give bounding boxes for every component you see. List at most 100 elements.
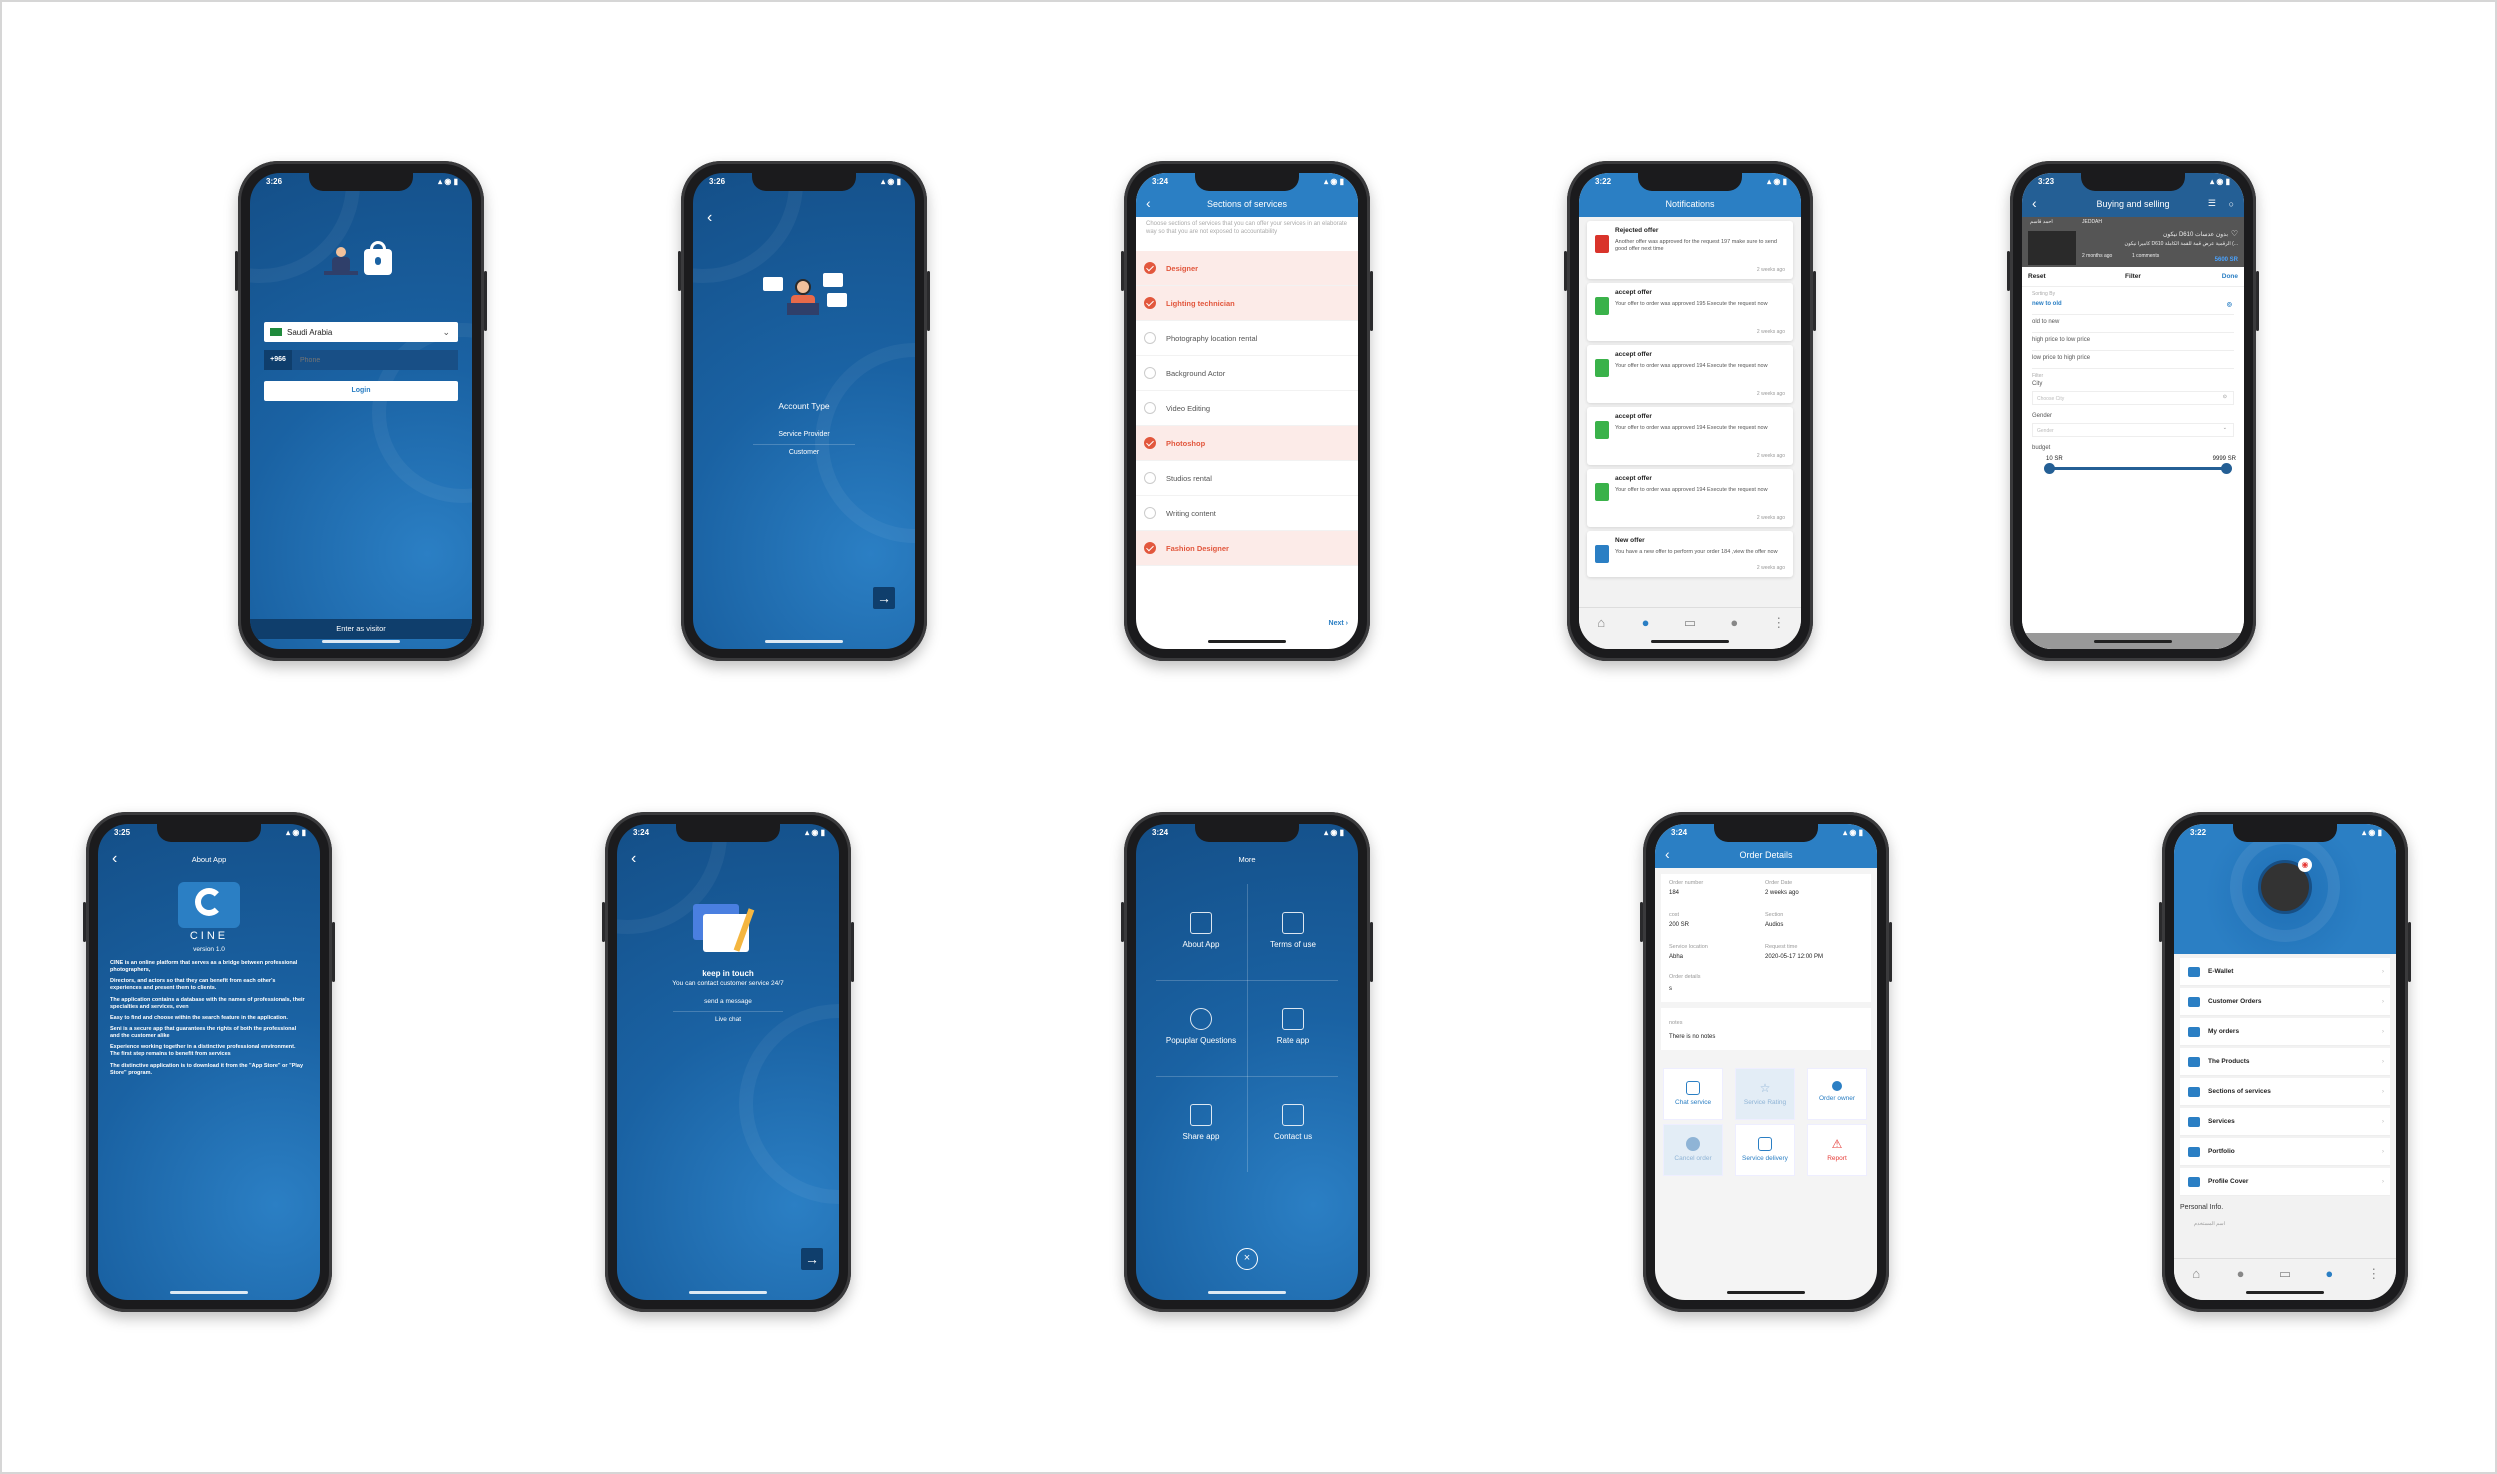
profile-menu-item[interactable]: Profile Cover › — [2180, 1168, 2390, 1196]
phone-input[interactable] — [292, 350, 458, 370]
next-arrow-button[interactable]: → — [873, 587, 895, 609]
sections-screen: 3:24 ▴ ◉ ▮ ‹ Sections of services Choose … — [1136, 173, 1358, 649]
gender-select[interactable]: Gender ⌄ — [2032, 423, 2234, 437]
keep-in-touch-title: keep in touch — [702, 969, 754, 978]
profile-menu-item[interactable]: Sections of services › — [2180, 1078, 2390, 1106]
chevron-right-icon: › — [1345, 620, 1348, 627]
service-rating-button[interactable]: ☆ Service Rating — [1735, 1068, 1795, 1120]
cancel-order-button[interactable]: Cancel order — [1663, 1124, 1723, 1176]
more-tab-icon[interactable]: ⋮ — [1770, 616, 1788, 630]
order-owner-button[interactable]: Order owner — [1807, 1068, 1867, 1120]
country-select[interactable]: Saudi Arabia ⌄ — [264, 322, 458, 342]
phone-notifications: 3:22 ▴ ◉ ▮ Notifications Rejected offer A… — [1564, 161, 1816, 661]
home-tab-icon[interactable]: ⌂ — [1592, 616, 1610, 630]
profile-menu-item[interactable]: The Products › — [2180, 1048, 2390, 1076]
bell-tab-icon[interactable]: ● — [2232, 1267, 2250, 1281]
chat-service-button[interactable]: Chat service — [1663, 1068, 1723, 1120]
sort-option[interactable]: old to new — [2032, 319, 2234, 333]
chevron-down-icon: ⌄ — [442, 326, 450, 337]
done-button[interactable]: Done — [2222, 273, 2238, 280]
customer-option[interactable]: Customer — [693, 449, 915, 456]
budget-range-slider[interactable] — [2044, 463, 2232, 474]
enter-as-visitor-button[interactable]: Enter as visitor — [250, 619, 472, 639]
close-icon[interactable]: × — [1236, 1248, 1258, 1270]
order-details-screen: 3:24 ▴ ◉ ▮ ‹ Order Details Order number 1… — [1655, 824, 1877, 1300]
section-item[interactable]: Writing content — [1136, 496, 1358, 531]
home-tab-icon[interactable]: ⌂ — [2187, 1267, 2205, 1281]
contact-icon — [1282, 1104, 1304, 1126]
notification-item[interactable]: accept offer Your offer to order was app… — [1587, 469, 1793, 527]
section-item[interactable]: Photography location rental — [1136, 321, 1358, 356]
user-tab-icon[interactable]: ● — [1725, 616, 1743, 630]
user-avatars-illustration — [763, 273, 849, 335]
max-slider-handle[interactable] — [2221, 463, 2232, 474]
chat-icon — [1686, 1081, 1700, 1095]
section-item[interactable]: Background Actor — [1136, 356, 1358, 391]
notification-item[interactable]: accept offer Your offer to order was app… — [1587, 407, 1793, 465]
share-app-item[interactable]: Share app — [1156, 1076, 1246, 1170]
notification-item[interactable]: New offer You have a new offer to perfor… — [1587, 531, 1793, 577]
notification-item[interactable]: accept offer Your offer to order was app… — [1587, 283, 1793, 341]
more-tab-icon[interactable]: ⋮ — [2365, 1267, 2383, 1281]
notification-item[interactable]: accept offer Your offer to order was app… — [1587, 345, 1793, 403]
status-time: 3:22 — [1595, 177, 1612, 186]
about-screen: 3:25 ▴ ◉ ▮ ‹ About App CINE version 1.0 C… — [98, 824, 320, 1300]
sort-option[interactable]: low price to high price — [2032, 355, 2234, 369]
chevron-right-icon: › — [2381, 968, 2384, 975]
accepted-document-icon — [1595, 359, 1609, 377]
filter-sliders-icon[interactable]: ☰ — [2208, 198, 2216, 209]
sort-option[interactable]: high price to low price — [2032, 337, 2234, 351]
phone-profile: 3:22 ▴ ◉ ▮ ◉ E-Wallet › Customer Orders › M… — [2159, 812, 2411, 1312]
report-button[interactable]: ⚠ Report — [1807, 1124, 1867, 1176]
contact-us-item[interactable]: Contact us — [1248, 1076, 1338, 1170]
section-item[interactable]: Designer — [1136, 251, 1358, 286]
accepted-document-icon — [1595, 421, 1609, 439]
phone-keep-in-touch: 3:24 ▴ ◉ ▮ ‹ keep in touch You can contac… — [602, 812, 854, 1312]
user-tab-icon[interactable]: ● — [2320, 1267, 2338, 1281]
service-delivery-button[interactable]: Service delivery — [1735, 1124, 1795, 1176]
back-icon[interactable]: ‹ — [707, 209, 712, 227]
bell-tab-icon[interactable]: ● — [1637, 616, 1655, 630]
status-time: 3:26 — [266, 177, 283, 186]
chat-tab-icon[interactable]: ▭ — [2276, 1267, 2294, 1281]
phone-field: +966 — [264, 350, 458, 370]
profile-menu-item[interactable]: My orders › — [2180, 1018, 2390, 1046]
status-time: 3:24 — [633, 828, 650, 837]
rate-app-item[interactable]: Rate app — [1248, 980, 1338, 1074]
version-label: version 1.0 — [193, 946, 225, 953]
profile-menu-item[interactable]: E-Wallet › — [2180, 958, 2390, 986]
faq-item[interactable]: Popuplar Questions — [1156, 980, 1246, 1074]
live-chat-option[interactable]: Live chat — [617, 1016, 839, 1023]
profile-menu-item[interactable]: Services › — [2180, 1108, 2390, 1136]
rejected-document-icon — [1595, 235, 1609, 253]
section-item[interactable]: Video Editing — [1136, 391, 1358, 426]
notification-item[interactable]: Rejected offer Another offer was approve… — [1587, 221, 1793, 279]
send-message-option[interactable]: send a message — [673, 998, 783, 1012]
order-title: Order Details — [1739, 850, 1793, 860]
profile-menu-item[interactable]: Portfolio › — [2180, 1138, 2390, 1166]
back-icon[interactable]: ‹ — [631, 850, 636, 868]
search-icon[interactable]: ○ — [2229, 199, 2234, 209]
section-item[interactable]: Fashion Designer — [1136, 531, 1358, 566]
section-item[interactable]: Photoshop — [1136, 426, 1358, 461]
status-time: 3:24 — [1671, 828, 1688, 837]
country-code: +966 — [264, 350, 292, 370]
phone-sections: 3:24 ▴ ◉ ▮ ‹ Sections of services Choose … — [1121, 161, 1373, 661]
service-provider-option[interactable]: Service Provider — [753, 431, 855, 445]
profile-menu-item[interactable]: Customer Orders › — [2180, 988, 2390, 1016]
heart-icon[interactable]: ♡ — [2231, 229, 2238, 238]
login-button[interactable]: Login — [264, 381, 458, 401]
next-arrow-button[interactable]: → — [801, 1248, 823, 1270]
section-item[interactable]: Studios rental — [1136, 461, 1358, 496]
terms-item[interactable]: Terms of use — [1248, 884, 1338, 978]
city-select[interactable]: Choose City ⊙ — [2032, 391, 2234, 405]
sort-option[interactable]: new to old ◎ — [2032, 301, 2234, 315]
section-item[interactable]: Lighting technician — [1136, 286, 1358, 321]
next-button[interactable]: Next › — [1329, 620, 1348, 627]
keep-in-touch-subtitle: You can contact customer service 24/7 — [672, 980, 784, 987]
chat-tab-icon[interactable]: ▭ — [1681, 616, 1699, 630]
camera-icon[interactable]: ◉ — [2298, 858, 2312, 872]
min-slider-handle[interactable] — [2044, 463, 2055, 474]
about-app-item[interactable]: About App — [1156, 884, 1246, 978]
person-icon — [1832, 1081, 1842, 1091]
